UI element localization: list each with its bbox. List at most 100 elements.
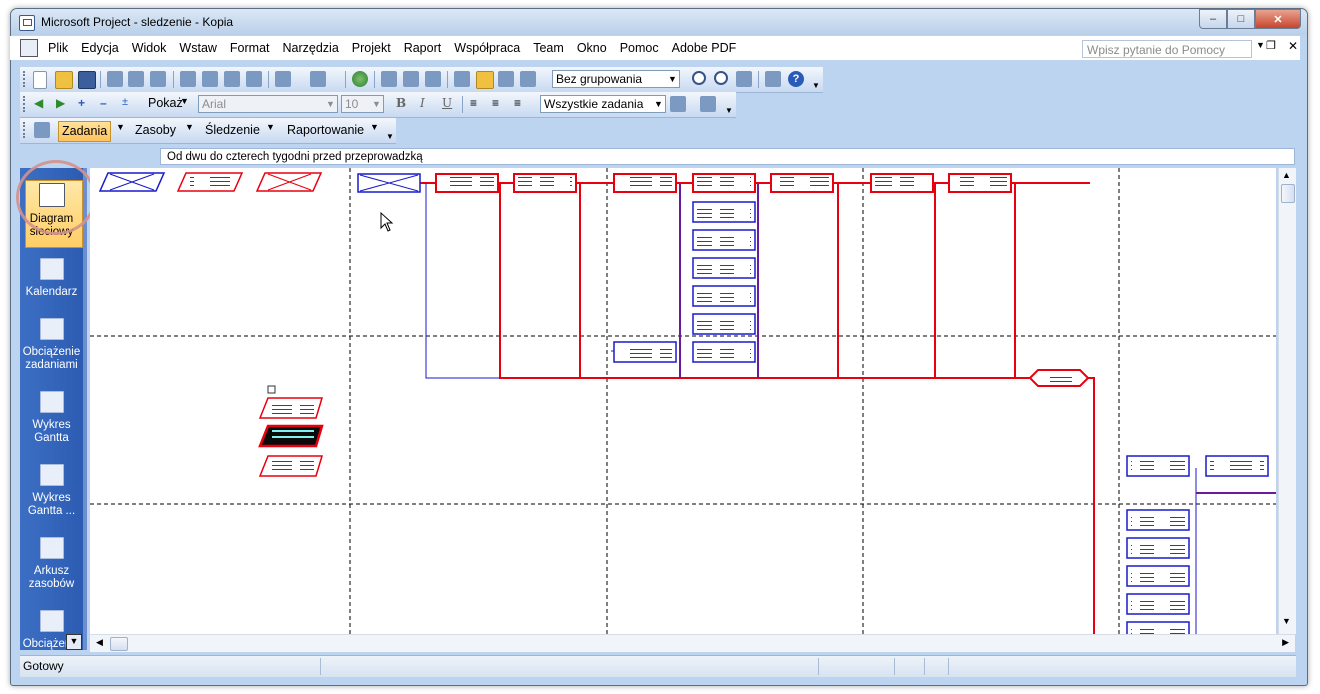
task-node[interactable] bbox=[613, 341, 677, 363]
autofilter-icon[interactable] bbox=[670, 96, 686, 112]
task-node[interactable] bbox=[1126, 621, 1190, 634]
tab-zasoby[interactable]: Zasoby bbox=[132, 121, 179, 140]
close-button[interactable]: ✕ bbox=[1255, 9, 1301, 29]
gantt-wizard-icon[interactable] bbox=[700, 96, 716, 112]
menu-projekt[interactable]: Projekt bbox=[352, 41, 391, 55]
toolbar-options-icon[interactable]: ▼ bbox=[725, 106, 733, 115]
format-painter-icon[interactable] bbox=[246, 71, 262, 87]
hyperlink-globe-icon[interactable] bbox=[352, 71, 368, 87]
toolbar-grip[interactable] bbox=[23, 122, 28, 138]
unlink-tasks-icon[interactable] bbox=[403, 71, 419, 87]
tab-raportowanie[interactable]: Raportowanie bbox=[284, 121, 367, 140]
menu-format[interactable]: Format bbox=[230, 41, 270, 55]
print-icon[interactable] bbox=[107, 71, 123, 87]
task-information-icon[interactable] bbox=[454, 71, 470, 87]
help-question-input[interactable]: Wpisz pytanie do Pomocy bbox=[1082, 40, 1252, 58]
tab-zadania[interactable]: Zadania bbox=[58, 121, 112, 142]
help-dropdown-icon[interactable]: ▼ bbox=[1256, 40, 1265, 50]
project-guide-icon[interactable] bbox=[34, 122, 50, 138]
task-node[interactable] bbox=[948, 173, 1012, 193]
minimize-button[interactable]: – bbox=[1199, 9, 1227, 29]
help-icon[interactable]: ? bbox=[788, 71, 804, 87]
scroll-right-icon[interactable]: ▶ bbox=[1282, 637, 1289, 648]
tab-sledzenie[interactable]: Śledzenie bbox=[202, 121, 263, 140]
summary-node-1[interactable] bbox=[98, 172, 166, 192]
toolbar-grip[interactable] bbox=[23, 71, 28, 87]
vertical-scrollbar[interactable]: ▲ ▼ bbox=[1278, 168, 1296, 634]
open-folder-icon[interactable] bbox=[55, 71, 73, 89]
task-node[interactable] bbox=[435, 173, 499, 193]
scroll-up-icon[interactable]: ▲ bbox=[1282, 170, 1291, 180]
menu-team[interactable]: Team bbox=[533, 41, 564, 55]
print-preview-icon[interactable] bbox=[128, 71, 144, 87]
show-dropdown[interactable]: Pokaż bbox=[148, 96, 183, 110]
menu-raport[interactable]: Raport bbox=[404, 41, 442, 55]
scroll-to-task-icon[interactable] bbox=[736, 71, 752, 87]
task-node[interactable] bbox=[692, 285, 756, 307]
menu-pomoc[interactable]: Pomoc bbox=[620, 41, 659, 55]
assign-resources-icon[interactable] bbox=[498, 71, 514, 87]
maximize-button[interactable]: □ bbox=[1227, 9, 1255, 29]
view-item-wykres-gantta[interactable]: Wykres Gantta bbox=[20, 391, 83, 445]
show-subtasks-icon[interactable]: + bbox=[78, 96, 94, 112]
menu-edycja[interactable]: Edycja bbox=[81, 41, 119, 55]
task-node[interactable] bbox=[692, 257, 756, 279]
menu-plik[interactable]: Plik bbox=[48, 41, 68, 55]
menu-okno[interactable]: Okno bbox=[577, 41, 607, 55]
chevron-down-icon[interactable]: ▼ bbox=[370, 96, 383, 112]
spelling-icon[interactable] bbox=[150, 71, 166, 87]
task-node[interactable] bbox=[692, 341, 756, 363]
document-menu-icon[interactable] bbox=[20, 39, 38, 57]
scroll-left-icon[interactable]: ◀ bbox=[96, 637, 103, 648]
summary-node[interactable] bbox=[258, 397, 324, 419]
task-node[interactable] bbox=[770, 173, 834, 193]
document-close-icon[interactable]: ✕ bbox=[1288, 39, 1298, 53]
chevron-down-icon[interactable]: ▼ bbox=[666, 71, 679, 87]
indent-arrow-icon[interactable]: ▶ bbox=[56, 96, 72, 112]
paste-icon[interactable] bbox=[224, 71, 240, 87]
copy-icon[interactable] bbox=[202, 71, 218, 87]
redo-icon[interactable] bbox=[310, 71, 326, 87]
zoom-in-icon[interactable] bbox=[692, 71, 706, 85]
horizontal-scrollbar[interactable]: ◀ ▶ bbox=[90, 634, 1295, 652]
hide-subtasks-icon[interactable]: – bbox=[100, 96, 116, 112]
task-node[interactable] bbox=[1126, 593, 1190, 615]
chevron-down-icon[interactable]: ▼ bbox=[180, 96, 189, 106]
vertical-scroll-thumb[interactable] bbox=[1281, 184, 1295, 203]
font-combo[interactable]: Arial ▼ bbox=[198, 95, 338, 113]
summary-node[interactable] bbox=[258, 455, 324, 477]
cut-icon[interactable] bbox=[180, 71, 196, 87]
chevron-down-icon[interactable]: ▼ bbox=[266, 122, 275, 132]
filter-combo[interactable]: Wszystkie zadania ▼ bbox=[540, 95, 666, 113]
undo-icon[interactable] bbox=[275, 71, 291, 87]
menu-widok[interactable]: Widok bbox=[132, 41, 167, 55]
task-node[interactable] bbox=[1205, 455, 1269, 477]
task-node[interactable] bbox=[1126, 455, 1190, 477]
entry-bar[interactable]: Od dwu do czterech tygodni przed przepro… bbox=[160, 148, 1295, 165]
task-node[interactable] bbox=[692, 173, 756, 193]
chevron-down-icon[interactable]: ▼ bbox=[652, 96, 665, 112]
menu-adobe-pdf[interactable]: Adobe PDF bbox=[672, 41, 737, 55]
ms-project-icon[interactable] bbox=[19, 15, 35, 31]
task-node[interactable] bbox=[357, 173, 421, 193]
chevron-down-icon[interactable]: ▼ bbox=[324, 96, 337, 112]
task-node[interactable] bbox=[692, 229, 756, 251]
font-size-combo[interactable]: 10 ▼ bbox=[341, 95, 384, 113]
network-diagram-canvas[interactable] bbox=[90, 168, 1276, 634]
toolbar-options-icon[interactable]: ▼ bbox=[386, 132, 394, 141]
split-task-icon[interactable] bbox=[425, 71, 441, 87]
underline-button[interactable]: U bbox=[442, 96, 452, 110]
new-document-icon[interactable] bbox=[33, 71, 47, 89]
chevron-down-icon[interactable]: ▼ bbox=[185, 122, 194, 132]
view-item-kalendarz[interactable]: Kalendarz bbox=[20, 258, 83, 299]
chevron-down-icon[interactable]: ▼ bbox=[370, 122, 379, 132]
chevron-down-icon[interactable]: ▼ bbox=[116, 122, 125, 132]
align-left-icon[interactable]: ≡ bbox=[470, 96, 486, 112]
outdent-arrow-icon[interactable]: ◀ bbox=[34, 96, 50, 112]
align-right-icon[interactable]: ≡ bbox=[514, 96, 530, 112]
task-node[interactable] bbox=[1126, 565, 1190, 587]
view-item-wykres-gantta-sledzenie[interactable]: Wykres Gantta ... bbox=[20, 464, 83, 518]
toolbar-grip[interactable] bbox=[23, 96, 28, 112]
grouping-combo[interactable]: Bez grupowania ▼ bbox=[552, 70, 680, 88]
summary-node-selected[interactable] bbox=[258, 424, 324, 448]
